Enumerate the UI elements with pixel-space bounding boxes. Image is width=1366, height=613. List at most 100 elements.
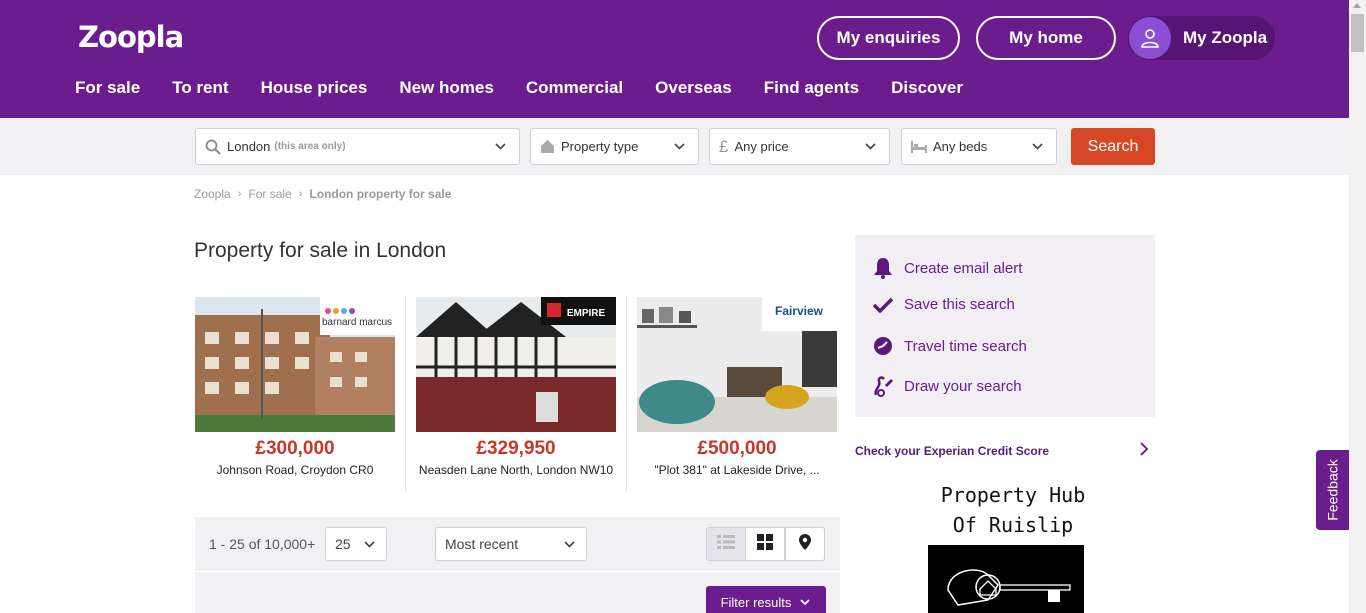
travel-time-search-link[interactable]: Travel time search bbox=[872, 336, 1027, 356]
scrollbar-thumb[interactable] bbox=[1351, 14, 1364, 52]
divider bbox=[626, 297, 627, 492]
chevron-right-icon: › bbox=[237, 188, 242, 200]
save-search-link[interactable]: Save this search bbox=[872, 296, 1015, 313]
agent-logo: Fairview bbox=[775, 304, 824, 318]
breadcrumb-for-sale[interactable]: For sale bbox=[248, 187, 291, 201]
chevron-down-icon bbox=[363, 538, 376, 554]
page: Zoopla My enquiries My home My Zoopla Fo… bbox=[0, 0, 1366, 613]
featured-card[interactable]: barnard marcus £300,000 Johnson Road, Cr… bbox=[195, 297, 395, 478]
credit-score-link[interactable]: Check your Experian Credit Score bbox=[855, 442, 1155, 459]
grid-icon bbox=[757, 533, 773, 555]
property-price[interactable]: £329,950 bbox=[416, 438, 616, 460]
list-icon bbox=[717, 534, 735, 554]
beds-select[interactable]: Any beds bbox=[901, 128, 1057, 165]
create-email-alert-link[interactable]: Create email alert bbox=[872, 257, 1022, 279]
check-icon bbox=[872, 297, 894, 313]
draw-icon bbox=[872, 375, 894, 397]
chevron-down-icon bbox=[1031, 140, 1044, 156]
property-address[interactable]: "Plot 381" at Lakeside Drive, ... bbox=[637, 462, 837, 478]
vertical-scrollbar[interactable] bbox=[1349, 0, 1366, 613]
zoopla-logo[interactable]: Zoopla bbox=[78, 20, 184, 54]
breadcrumb: Zoopla › For sale › London property for … bbox=[194, 187, 451, 201]
search-actions-panel: Create email alert Save this search Trav… bbox=[855, 235, 1155, 417]
beds-value: Any beds bbox=[933, 139, 988, 154]
results-count: 1 - 25 of 10,000+ bbox=[209, 536, 316, 552]
property-type-value: Property type bbox=[561, 139, 639, 154]
user-icon bbox=[1129, 17, 1171, 59]
search-icon bbox=[205, 139, 221, 155]
filter-results-button[interactable]: Filter results bbox=[706, 586, 826, 613]
nav-house-prices[interactable]: House prices bbox=[261, 78, 368, 98]
chevron-down-icon bbox=[673, 140, 686, 156]
chevron-down-icon bbox=[799, 596, 811, 608]
draw-search-link[interactable]: Draw your search bbox=[872, 375, 1022, 397]
results-toolbar: 1 - 25 of 10,000+ 25 Most recent Filter … bbox=[195, 517, 840, 613]
sort-value: Most recent bbox=[445, 536, 519, 552]
my-zoopla-label: My Zoopla bbox=[1183, 28, 1268, 47]
save-search-label: Save this search bbox=[904, 296, 1015, 313]
map-pin-icon bbox=[799, 533, 811, 555]
nav-new-homes[interactable]: New homes bbox=[399, 78, 493, 98]
credit-score-label: Check your Experian Credit Score bbox=[855, 444, 1050, 458]
featured-card[interactable]: EMPIRE £329,950 Neasden Lane North, Lond… bbox=[416, 297, 616, 478]
agent-logo: EMPIRE bbox=[567, 308, 606, 319]
featured-card[interactable]: Fairview £500,000 "Plot 381" at Lakeside… bbox=[637, 297, 837, 478]
chevron-down-icon bbox=[563, 538, 576, 554]
nav-overseas[interactable]: Overseas bbox=[655, 78, 732, 98]
nav-for-sale[interactable]: For sale bbox=[75, 78, 140, 98]
sort-select[interactable]: Most recent bbox=[435, 527, 587, 561]
location-input[interactable]: London (this area only) bbox=[195, 128, 520, 165]
clock-icon bbox=[872, 336, 894, 356]
pound-icon: £ bbox=[719, 136, 729, 156]
grid-view-button[interactable] bbox=[745, 527, 785, 561]
property-price[interactable]: £500,000 bbox=[637, 438, 837, 460]
nav-discover[interactable]: Discover bbox=[891, 78, 963, 98]
property-photo[interactable]: barnard marcus bbox=[195, 297, 395, 432]
agent-logo: barnard marcus bbox=[322, 317, 392, 328]
site-header: Zoopla My enquiries My home My Zoopla Fo… bbox=[0, 0, 1366, 118]
nav-to-rent[interactable]: To rent bbox=[172, 78, 228, 98]
search-button[interactable]: Search bbox=[1071, 128, 1155, 165]
map-view-button[interactable] bbox=[785, 527, 825, 561]
my-enquiries-button[interactable]: My enquiries bbox=[817, 16, 960, 60]
nav-commercial[interactable]: Commercial bbox=[526, 78, 623, 98]
travel-time-search-label: Travel time search bbox=[904, 337, 1027, 355]
house-icon bbox=[540, 139, 555, 154]
page-title: Property for sale in London bbox=[194, 239, 447, 262]
chevron-down-icon bbox=[494, 140, 507, 156]
ad-image bbox=[928, 545, 1084, 613]
breadcrumb-zoopla[interactable]: Zoopla bbox=[194, 187, 231, 201]
feedback-tab[interactable]: Feedback bbox=[1316, 450, 1350, 530]
property-photo[interactable]: EMPIRE bbox=[416, 297, 616, 432]
breadcrumb-current: London property for sale bbox=[309, 187, 452, 201]
search-bar: London (this area only) Property type £ … bbox=[0, 118, 1366, 175]
advertisement[interactable]: Property Hub Of Ruislip bbox=[928, 480, 1128, 613]
create-email-alert-label: Create email alert bbox=[904, 259, 1023, 277]
property-price[interactable]: £300,000 bbox=[195, 438, 395, 460]
bed-icon bbox=[911, 140, 927, 153]
chevron-right-icon bbox=[1139, 442, 1149, 459]
divider bbox=[405, 297, 406, 492]
location-value: London bbox=[227, 139, 271, 154]
main-nav: For sale To rent House prices New homes … bbox=[75, 78, 995, 98]
price-select[interactable]: £ Any price bbox=[709, 128, 890, 165]
price-value: Any price bbox=[734, 139, 789, 154]
property-address[interactable]: Johnson Road, Croydon CR0 bbox=[195, 462, 395, 478]
property-photo[interactable]: Fairview bbox=[637, 297, 837, 432]
nav-find-agents[interactable]: Find agents bbox=[764, 78, 859, 98]
location-hint: (this area only) bbox=[274, 141, 346, 152]
draw-search-label: Draw your search bbox=[904, 377, 1022, 395]
property-type-select[interactable]: Property type bbox=[530, 128, 699, 165]
per-page-value: 25 bbox=[335, 536, 351, 552]
chevron-down-icon bbox=[864, 140, 877, 156]
chevron-right-icon: › bbox=[298, 188, 303, 200]
my-zoopla-button[interactable]: My Zoopla bbox=[1128, 16, 1275, 60]
ad-title: Property Hub Of Ruislip bbox=[940, 483, 1086, 537]
list-view-button[interactable] bbox=[706, 527, 746, 561]
scroll-up-icon[interactable] bbox=[1353, 3, 1361, 8]
filter-label: Filter results bbox=[720, 594, 792, 610]
property-address[interactable]: Neasden Lane North, London NW10 bbox=[416, 462, 616, 478]
per-page-select[interactable]: 25 bbox=[325, 527, 387, 561]
my-home-button[interactable]: My home bbox=[976, 16, 1116, 60]
bell-icon bbox=[872, 257, 894, 279]
